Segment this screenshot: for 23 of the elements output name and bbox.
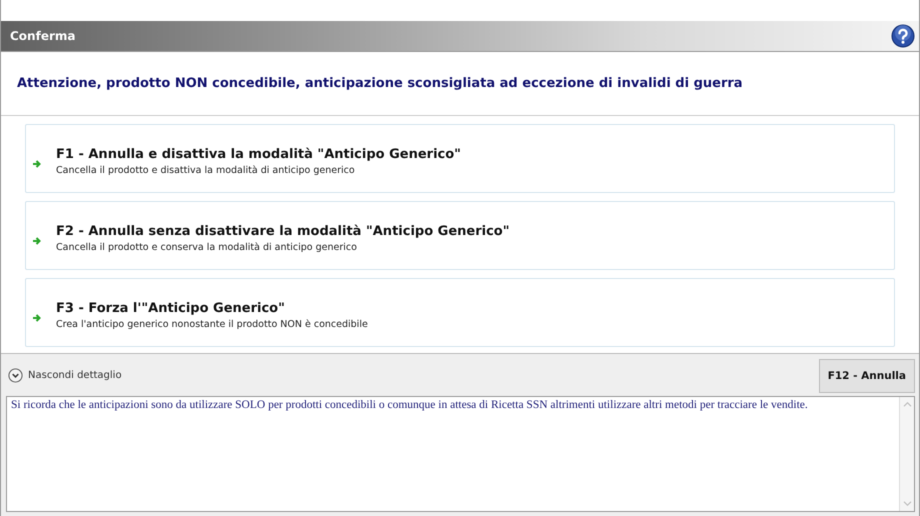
arrow-icon bbox=[32, 236, 42, 246]
option-title: F1 - Annulla e disattiva la modalità "Anticipo Generico" bbox=[56, 147, 461, 162]
option-title: F3 - Forza l'"Anticipo Generico" bbox=[56, 301, 286, 316]
warning-message: Attenzione, prodotto NON concedibile, anticipazione sconsigliata ad eccezione di invalidi di guerra bbox=[17, 76, 743, 91]
chevron-down-icon bbox=[8, 368, 23, 382]
window-title: Conferma bbox=[10, 29, 76, 43]
cancel-button[interactable]: F12 - Annulla bbox=[818, 359, 915, 393]
scroll-up-icon[interactable] bbox=[902, 401, 912, 408]
option-title: F2 - Annulla senza disattivare la modalità "Anticipo Generico" bbox=[56, 224, 510, 239]
arrow-icon bbox=[32, 312, 42, 322]
option-description: Cancella il prodotto e conserva la modalità di anticipo generico bbox=[56, 242, 358, 253]
help-icon[interactable] bbox=[891, 24, 915, 48]
detail-text-area[interactable]: Si ricorda che le anticipazioni sono da utilizzare SOLO per prodotti concedibili o comunque in attesa di Ricetta SSN altrimenti utilizzare altri metodi per tracciare le vendite. bbox=[6, 396, 915, 512]
scroll-down-icon[interactable] bbox=[902, 500, 912, 507]
option-card[interactable]: F2 - Annulla senza disattivare la modalità "Anticipo Generico" Cancella il prodotto e conserva la modalità di anticipo generico bbox=[25, 201, 895, 270]
option-card[interactable]: F3 - Forza l'"Anticipo Generico" Crea l'anticipo generico nonostante il prodotto NON è concedibile bbox=[25, 278, 895, 347]
arrow-icon bbox=[32, 158, 42, 168]
option-card[interactable]: F1 - Annulla e disattiva la modalità "Anticipo Generico" Cancella il prodotto e disattiva la modalità di anticipo generico bbox=[25, 124, 895, 193]
detail-text: Si ricorda che le anticipazioni sono da utilizzare SOLO per prodotti concedibili o comunque in attesa di Ricetta SSN altrimenti utilizzare altri metodi per tracciare le vendite. bbox=[10, 398, 809, 413]
option-description: Cancella il prodotto e disattiva la modalità di anticipo generico bbox=[56, 165, 356, 176]
detail-toggle[interactable]: Nascondi dettaglio bbox=[6, 368, 124, 382]
scrollbar[interactable] bbox=[899, 397, 914, 511]
option-description: Crea l'anticipo generico nonostante il prodotto NON è concedibile bbox=[56, 319, 368, 330]
